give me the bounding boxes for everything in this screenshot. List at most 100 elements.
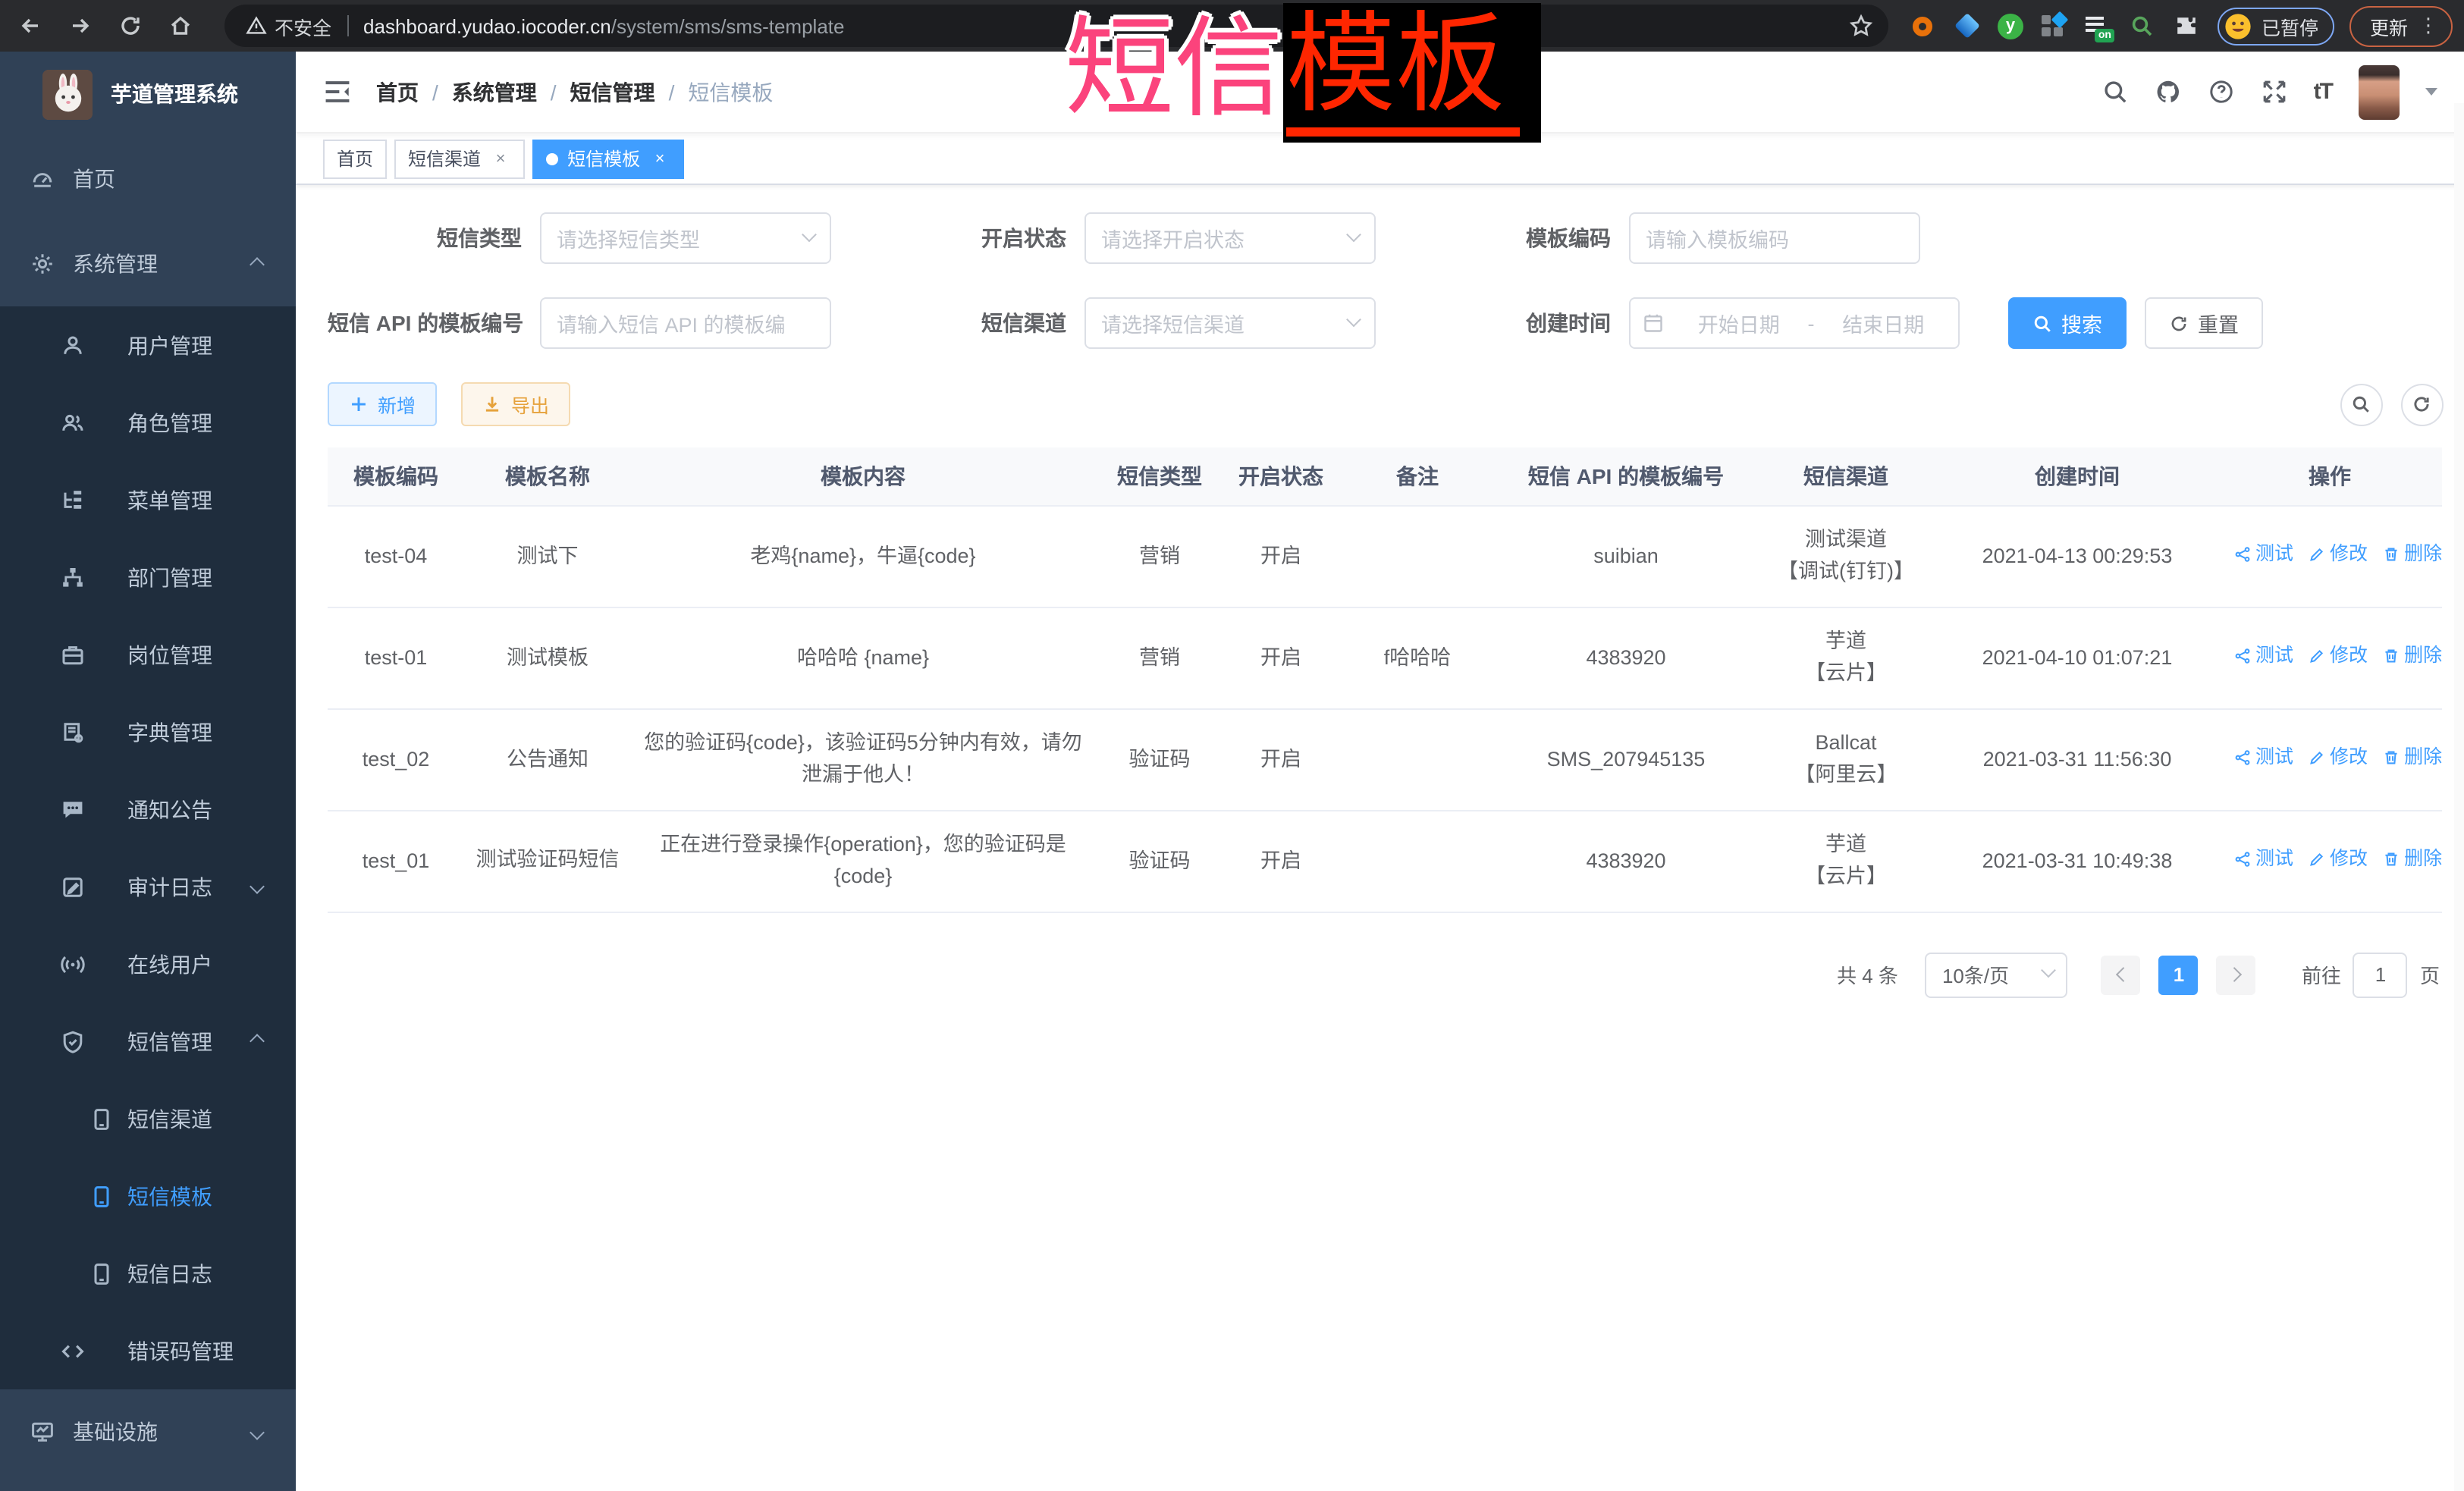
not-secure-warning[interactable]: 不安全 bbox=[246, 11, 331, 40]
extension-yuque-icon[interactable]: y bbox=[1998, 13, 2023, 39]
prev-page-button[interactable] bbox=[2101, 955, 2141, 994]
test-link[interactable]: 测试 bbox=[2234, 641, 2293, 671]
online-users-icon bbox=[61, 952, 85, 976]
chevron-down-icon bbox=[250, 879, 265, 894]
browser-home-icon[interactable] bbox=[161, 6, 200, 46]
reset-button[interactable]: 重置 bbox=[2145, 297, 2263, 349]
refresh-icon bbox=[2169, 313, 2189, 333]
briefcase-icon bbox=[61, 642, 85, 667]
col-remark: 备注 bbox=[1338, 447, 1497, 505]
github-icon[interactable] bbox=[2155, 78, 2182, 105]
breadcrumb-system[interactable]: 系统管理 bbox=[452, 77, 537, 107]
delete-link[interactable]: 删除 bbox=[2383, 641, 2442, 671]
refresh-table-button[interactable] bbox=[2400, 383, 2443, 425]
sidebar-item-system[interactable]: 系统管理 bbox=[0, 221, 296, 306]
edit-link[interactable]: 修改 bbox=[2309, 844, 2368, 874]
test-link[interactable]: 测试 bbox=[2234, 539, 2293, 570]
sidebar-item-roles[interactable]: 角色管理 bbox=[0, 384, 296, 461]
bookmark-star-icon[interactable] bbox=[1849, 14, 1873, 38]
tag-sms-template[interactable]: 短信模板 × bbox=[532, 139, 684, 178]
date-range-picker[interactable]: 开始日期 - 结束日期 bbox=[1629, 297, 1960, 349]
sidebar-item-sms-log[interactable]: 短信日志 bbox=[0, 1235, 296, 1312]
sidebar-item-online-users[interactable]: 在线用户 bbox=[0, 925, 296, 1003]
delete-link[interactable]: 删除 bbox=[2383, 539, 2442, 570]
extension-search-icon[interactable] bbox=[2128, 12, 2155, 39]
extension-donut-icon[interactable] bbox=[1910, 12, 1937, 39]
cell-code: test_02 bbox=[328, 708, 464, 810]
search-button[interactable]: 搜索 bbox=[2008, 297, 2127, 349]
sidebar-item-infrastructure[interactable]: 基础设施 bbox=[0, 1389, 296, 1474]
browser-reload-icon[interactable] bbox=[111, 6, 150, 46]
close-icon[interactable]: × bbox=[649, 148, 670, 169]
edit-link[interactable]: 修改 bbox=[2309, 742, 2368, 773]
test-link[interactable]: 测试 bbox=[2234, 742, 2293, 773]
col-name: 模板名称 bbox=[464, 447, 631, 505]
browser-menu-dots-icon[interactable]: ⋮ bbox=[2418, 14, 2438, 38]
edit-link[interactable]: 修改 bbox=[2309, 539, 2368, 570]
close-icon[interactable]: × bbox=[490, 148, 511, 169]
sidebar-item-error-codes[interactable]: 错误码管理 bbox=[0, 1312, 296, 1389]
extension-switch-icon[interactable]: on bbox=[2084, 12, 2111, 39]
sidebar-item-users[interactable]: 用户管理 bbox=[0, 306, 296, 384]
sms-type-select[interactable]: 请选择短信类型 bbox=[540, 212, 831, 264]
breadcrumb-home[interactable]: 首页 bbox=[376, 77, 419, 107]
browser-profile-chip[interactable]: 已暂停 bbox=[2218, 7, 2335, 45]
test-link[interactable]: 测试 bbox=[2234, 844, 2293, 874]
cell-content: 老鸡{name}，牛逼{code} bbox=[631, 505, 1095, 607]
page-scrollbar[interactable] bbox=[2453, 103, 2464, 1491]
fullscreen-icon[interactable] bbox=[2261, 78, 2288, 105]
add-button[interactable]: 新增 bbox=[328, 382, 437, 426]
breadcrumb: 首页 / 系统管理 / 短信管理 / 短信模板 bbox=[376, 77, 773, 107]
browser-forward-icon[interactable] bbox=[61, 6, 100, 46]
font-size-icon[interactable]: tT bbox=[2314, 79, 2332, 105]
menu-tree-icon bbox=[61, 488, 85, 512]
header-search-icon[interactable] bbox=[2101, 78, 2129, 105]
sidebar-item-sms[interactable]: 短信管理 bbox=[0, 1003, 296, 1080]
sidebar-item-sms-template[interactable]: 短信模板 bbox=[0, 1157, 296, 1235]
toggle-search-button[interactable] bbox=[2340, 383, 2382, 425]
delete-link[interactable]: 删除 bbox=[2383, 742, 2442, 773]
api-template-id-input[interactable]: 请输入短信 API 的模板编 bbox=[540, 297, 831, 349]
share-icon bbox=[2234, 851, 2251, 868]
cell-type: 营销 bbox=[1095, 505, 1224, 607]
browser-back-icon[interactable] bbox=[11, 6, 50, 46]
tag-sms-channel[interactable]: 短信渠道 × bbox=[394, 139, 525, 178]
app-logo-row[interactable]: 芋道管理系统 bbox=[0, 52, 296, 137]
template-code-input[interactable]: 请输入模板编码 bbox=[1629, 212, 1920, 264]
status-select[interactable]: 请选择开启状态 bbox=[1084, 212, 1376, 264]
avatar-caret-down-icon[interactable] bbox=[2425, 88, 2437, 96]
chevron-up-icon bbox=[250, 1034, 265, 1049]
extension-grid-icon[interactable] bbox=[2040, 12, 2067, 39]
sidebar-item-announcements[interactable]: 通知公告 bbox=[0, 771, 296, 848]
sidebar-item-audit-log[interactable]: 审计日志 bbox=[0, 848, 296, 925]
sidebar-item-home[interactable]: 首页 bbox=[0, 137, 296, 221]
table-settings bbox=[2340, 383, 2443, 425]
help-icon[interactable] bbox=[2208, 78, 2235, 105]
breadcrumb-sms[interactable]: 短信管理 bbox=[570, 77, 655, 107]
sidebar-item-posts[interactable]: 岗位管理 bbox=[0, 616, 296, 693]
address-bar[interactable]: 不安全 dashboard.yudao.iocoder.cn/system/sm… bbox=[224, 5, 1888, 47]
browser-update-button[interactable]: 更新 ⋮ bbox=[2350, 5, 2452, 46]
cell-api-id: suibian bbox=[1497, 505, 1755, 607]
goto-page-input[interactable]: 1 bbox=[2353, 952, 2408, 997]
sidebar-item-sms-channel[interactable]: 短信渠道 bbox=[0, 1080, 296, 1157]
sidebar-toggle-icon[interactable] bbox=[323, 77, 352, 106]
tag-home[interactable]: 首页 bbox=[323, 139, 387, 178]
extension-kite-icon[interactable] bbox=[1954, 12, 1981, 39]
extensions-puzzle-icon[interactable] bbox=[2172, 12, 2199, 39]
sidebar-item-menus[interactable]: 菜单管理 bbox=[0, 461, 296, 538]
sidebar-item-dictionary[interactable]: 字典管理 bbox=[0, 693, 296, 771]
edit-link[interactable]: 修改 bbox=[2309, 641, 2368, 671]
page-size-select[interactable]: 10条/页 bbox=[1926, 952, 2068, 997]
cell-content: 哈哈哈 {name} bbox=[631, 607, 1095, 708]
user-avatar[interactable] bbox=[2358, 64, 2399, 119]
calendar-icon bbox=[1643, 312, 1664, 334]
export-button[interactable]: 导出 bbox=[461, 382, 570, 426]
users-icon bbox=[61, 410, 85, 435]
sidebar-item-departments[interactable]: 部门管理 bbox=[0, 538, 296, 616]
delete-link[interactable]: 删除 bbox=[2383, 844, 2442, 874]
channel-select[interactable]: 请选择短信渠道 bbox=[1084, 297, 1376, 349]
current-page[interactable]: 1 bbox=[2159, 955, 2199, 994]
next-page-button[interactable] bbox=[2217, 955, 2256, 994]
cell-remark: f哈哈哈 bbox=[1338, 607, 1497, 708]
